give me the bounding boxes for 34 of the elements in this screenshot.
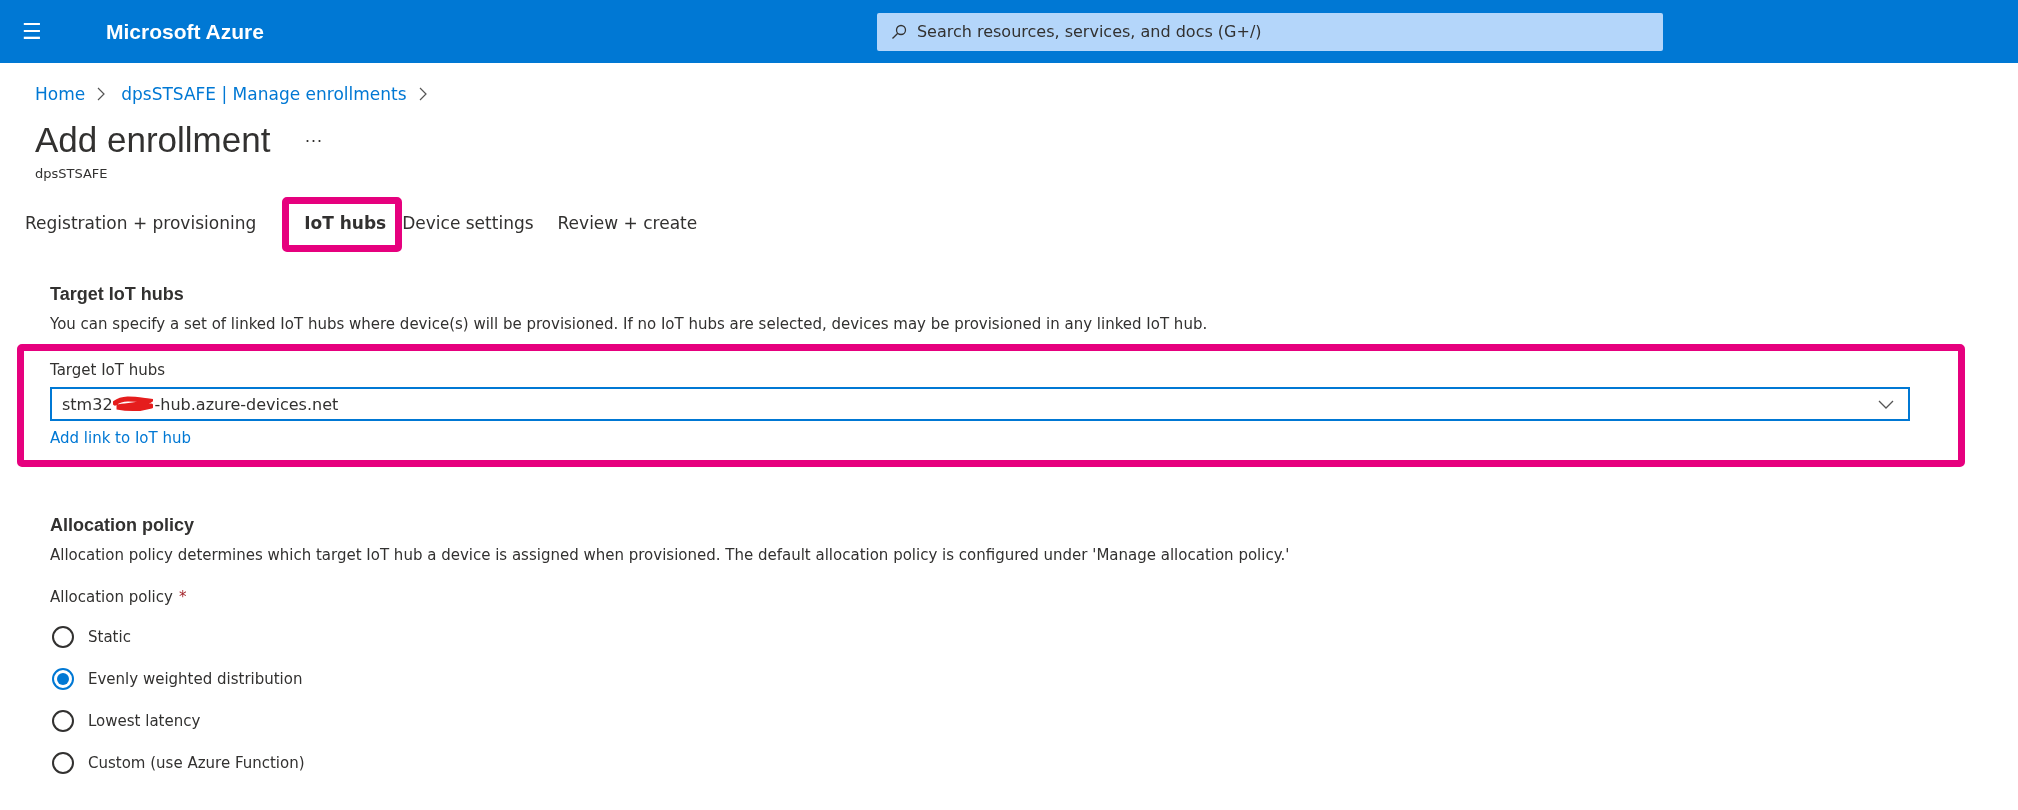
section-heading: Target IoT hubs: [50, 284, 185, 305]
field-label: Allocation policy: [50, 588, 173, 606]
section-description: Allocation policy determines which target IoT hub a device is assigned when provisioned. The default allocation policy is configured under 'Manage allocation policy.': [50, 546, 1291, 564]
breadcrumb-link[interactable]: dpsSTSAFE | Manage enrollments: [121, 84, 407, 104]
radio-label[interactable]: Lowest latency: [88, 712, 201, 730]
required-mark: *: [178, 588, 187, 606]
radio-button[interactable]: [52, 626, 74, 648]
section-heading: Allocation policy: [50, 515, 196, 536]
radio-label[interactable]: Custom (use Azure Function): [88, 754, 305, 772]
menu-icon[interactable]: ☰: [22, 19, 48, 44]
tab[interactable]: IoT hubs: [304, 199, 387, 252]
section-description: You can specify a set of linked IoT hubs where device(s) will be provisioned. If no IoT hubs are selected, devices may be provisioned in any linked IoT hub.: [50, 315, 1209, 333]
field-value: -hub.azure-devices.net: [154, 394, 339, 414]
radio-label[interactable]: Static: [88, 628, 131, 646]
radio-label[interactable]: Evenly weighted distribution: [88, 670, 303, 688]
more-button[interactable]: ···: [298, 128, 329, 152]
field-value: stm32: [62, 394, 113, 414]
dropdown-field[interactable]: stm32 -hub.azure-devices.net: [50, 387, 1910, 421]
radio-button[interactable]: [52, 710, 74, 732]
search-field[interactable]: Search resources, services, and docs (G+/): [876, 12, 1663, 51]
radio-button[interactable]: [52, 752, 74, 774]
page-title: Add enrollment: [35, 120, 271, 160]
field-label: Target IoT hubs: [50, 361, 167, 379]
page-subtitle: dpsSTSAFE: [35, 166, 109, 181]
add-link[interactable]: Add link to IoT hub: [50, 429, 191, 447]
chevron-icon: [97, 87, 106, 101]
tab[interactable]: Device settings: [402, 199, 534, 252]
chevron-icon: [418, 87, 427, 101]
tab[interactable]: Review + create: [557, 199, 698, 252]
radio-button[interactable]: [52, 668, 74, 690]
caret-icon: [1878, 399, 1894, 409]
breadcrumb-link[interactable]: Home: [35, 84, 86, 104]
tab[interactable]: Registration + provisioning: [25, 199, 257, 252]
brand-name[interactable]: Microsoft Azure: [106, 19, 264, 44]
